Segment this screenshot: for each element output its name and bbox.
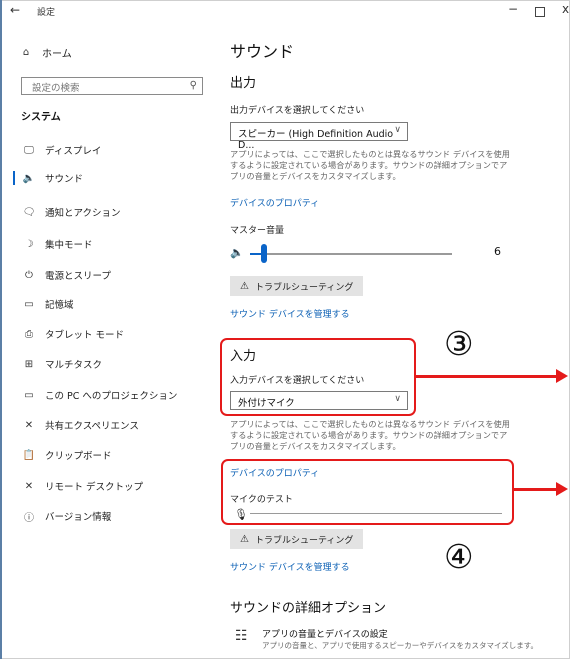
- sidebar-item-label: 集中モード: [45, 240, 93, 251]
- output-device-select[interactable]: スピーカー (High Definition Audio D... ∨: [230, 122, 408, 151]
- minimize-button[interactable]: −: [508, 2, 518, 16]
- annotation-arrow-line: [514, 488, 556, 491]
- sidebar-item-about[interactable]: ⓘ バージョン情報: [21, 509, 112, 524]
- annotation-number-4: ④: [444, 537, 474, 576]
- sidebar-item-label: 共有エクスペリエンス: [45, 421, 139, 432]
- sidebar-item-storage[interactable]: ▭ 記憶域: [21, 297, 74, 312]
- sidebar-item-label: 通知とアクション: [45, 208, 121, 219]
- search-input[interactable]: 設定の検索 ⚲: [21, 77, 203, 95]
- master-volume-label: マスター音量: [230, 226, 285, 236]
- window-edge: [0, 0, 2, 659]
- sidebar-item-clipboard[interactable]: 📋 クリップボード: [21, 448, 112, 463]
- sidebar-item-label: ホーム: [42, 49, 72, 60]
- sidebar-item-label: この PC へのプロジェクション: [45, 391, 178, 402]
- button-label: トラブルシューティング: [254, 535, 354, 546]
- sidebar-item-display[interactable]: 🖵 ディスプレイ: [21, 143, 102, 158]
- storage-icon: ▭: [24, 298, 34, 310]
- sidebar-item-label: 記憶域: [45, 300, 74, 311]
- output-troubleshoot-button[interactable]: ⚠ トラブルシューティング: [230, 276, 364, 296]
- sidebar-item-label: 電源とスリープ: [45, 271, 111, 282]
- speaker-icon[interactable]: 🔈: [230, 246, 244, 259]
- window-title: 設定: [37, 8, 56, 18]
- sidebar-item-label: クリップボード: [45, 451, 112, 462]
- sidebar-item-tablet[interactable]: ⎙ タブレット モード: [21, 327, 125, 342]
- remote-desktop-icon: ✕: [24, 480, 34, 492]
- sidebar-item-focus[interactable]: ☽ 集中モード: [21, 237, 93, 252]
- sidebar-section-title: システム: [21, 112, 61, 123]
- output-description: アプリによっては、ここで選択したものとは異なるサウンド デバイスを使用するように…: [230, 149, 510, 181]
- back-arrow-icon[interactable]: ←: [10, 3, 20, 17]
- sidebar-item-projection[interactable]: ▭ この PC へのプロジェクション: [21, 388, 178, 403]
- sidebar-item-label: ディスプレイ: [45, 146, 102, 157]
- sidebar-item-shared[interactable]: ✕ 共有エクスペリエンス: [21, 418, 139, 433]
- volume-value: 6: [494, 245, 501, 258]
- home-icon: ⌂: [22, 47, 30, 58]
- warning-icon: ⚠: [240, 533, 249, 545]
- chevron-down-icon: ∨: [394, 125, 401, 135]
- annotation-arrow-head: [556, 482, 568, 496]
- warning-icon: ⚠: [240, 280, 249, 292]
- advanced-heading: サウンドの詳細オプション: [230, 601, 387, 616]
- page-title: サウンド: [230, 42, 295, 61]
- sidebar-item-power[interactable]: ⏻ 電源とスリープ: [21, 268, 111, 283]
- input-troubleshoot-button[interactable]: ⚠ トラブルシューティング: [230, 529, 364, 549]
- volume-slider-track[interactable]: [250, 253, 452, 255]
- search-placeholder: 設定の検索: [32, 83, 80, 94]
- speaker-icon: 🔈: [22, 172, 36, 184]
- annotation-box-properties: [221, 459, 514, 525]
- multitask-icon: ⊞: [24, 358, 34, 370]
- tablet-icon: ⎙: [25, 328, 33, 340]
- sidebar-item-sound[interactable]: 🔈 サウンド: [21, 171, 84, 186]
- search-icon[interactable]: ⚲: [190, 80, 197, 91]
- close-button[interactable]: x: [562, 2, 569, 16]
- advanced-item-description: アプリの音量と、アプリで使用するスピーカーやデバイスをカスタマイズします。: [262, 641, 538, 650]
- output-properties-link[interactable]: デバイスのプロパティ: [230, 196, 319, 209]
- sidebar-item-label: バージョン情報: [45, 512, 112, 523]
- sidebar-item-notifications[interactable]: 🗨 通知とアクション: [21, 205, 121, 220]
- sidebar-item-home[interactable]: ⌂ ホーム: [18, 45, 72, 60]
- notification-icon: 🗨: [22, 206, 36, 218]
- button-label: トラブルシューティング: [254, 282, 354, 293]
- input-description: アプリによっては、ここで選択したものとは異なるサウンド デバイスを使用するように…: [230, 419, 510, 451]
- annotation-number-3: ③: [444, 324, 474, 363]
- display-icon: 🖵: [24, 144, 34, 156]
- sidebar-item-label: マルチタスク: [45, 360, 103, 371]
- active-indicator: [13, 171, 15, 185]
- output-select-label: 出力デバイスを選択してください: [230, 106, 365, 116]
- title-bar: ← 設定 − x: [0, 0, 570, 24]
- volume-slider-thumb[interactable]: [261, 244, 267, 263]
- shared-experience-icon: ✕: [24, 419, 34, 431]
- sidebar-item-multitask[interactable]: ⊞ マルチタスク: [21, 357, 103, 372]
- sidebar-item-label: タブレット モード: [45, 330, 125, 341]
- projection-icon: ▭: [24, 389, 34, 401]
- clipboard-icon: 📋: [22, 449, 36, 461]
- advanced-item-title[interactable]: アプリの音量とデバイスの設定: [262, 627, 388, 640]
- sliders-icon: ☷: [235, 628, 248, 644]
- input-manage-link[interactable]: サウンド デバイスを管理する: [230, 560, 350, 573]
- sidebar-item-remote[interactable]: ✕ リモート デスクトップ: [21, 479, 144, 494]
- output-manage-link[interactable]: サウンド デバイスを管理する: [230, 307, 350, 320]
- sidebar-item-label: サウンド: [45, 174, 84, 185]
- power-icon: ⏻: [25, 269, 33, 281]
- annotation-arrow-line: [416, 375, 556, 378]
- annotation-box-input: [220, 338, 416, 416]
- sidebar-item-label: リモート デスクトップ: [45, 482, 144, 493]
- info-icon: ⓘ: [24, 512, 34, 524]
- maximize-button[interactable]: [535, 7, 545, 17]
- output-heading: 出力: [230, 76, 257, 91]
- annotation-arrow-head: [556, 369, 568, 383]
- moon-icon: ☽: [24, 238, 34, 250]
